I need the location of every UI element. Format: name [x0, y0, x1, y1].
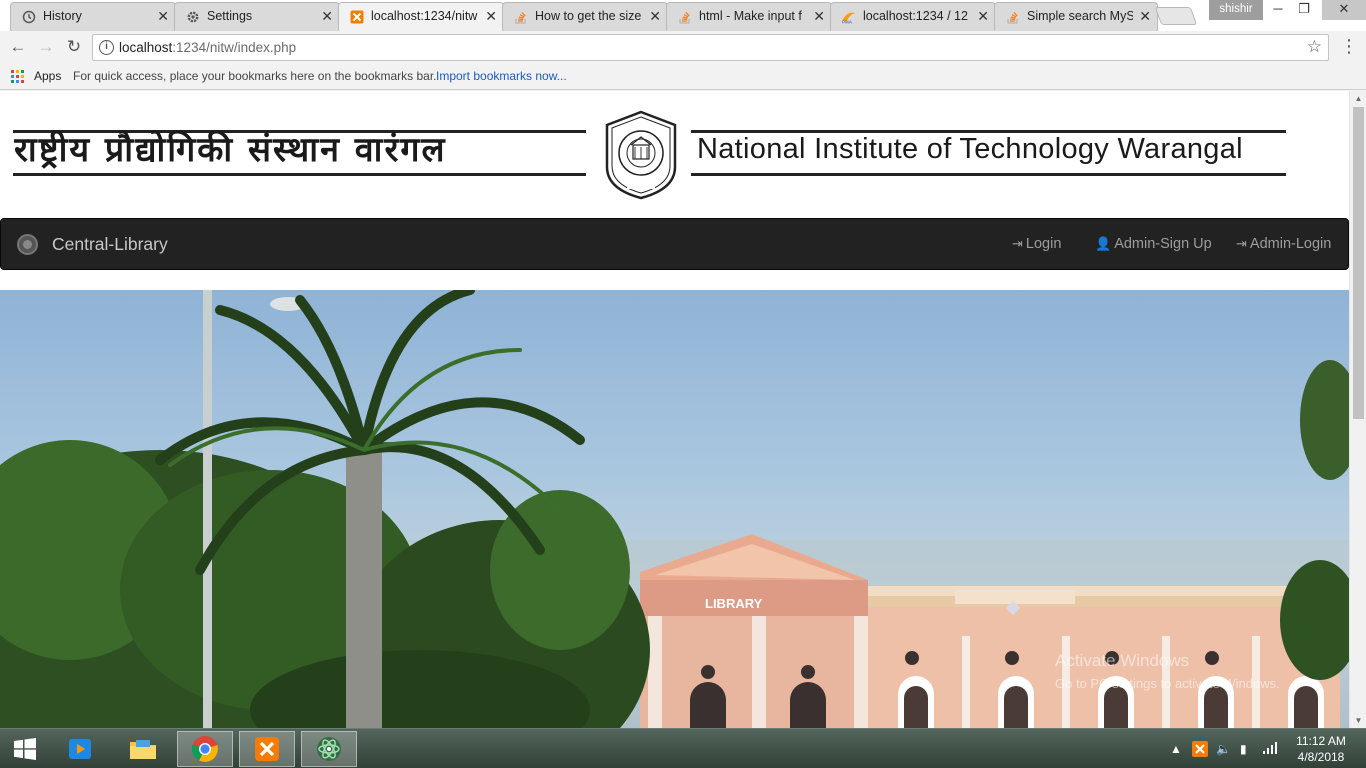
- close-window-icon[interactable]: ✕: [1322, 0, 1366, 20]
- menu-icon[interactable]: ⋮: [1340, 37, 1358, 57]
- close-icon[interactable]: ✕: [1139, 3, 1151, 30]
- activate-windows-subtitle: Go to PC settings to activate Windows.: [1055, 676, 1280, 691]
- scroll-down-icon[interactable]: ▼: [1354, 716, 1363, 725]
- nav-admin-login-link[interactable]: ⇥ Admin-Login: [1236, 236, 1331, 252]
- brand-logo-icon[interactable]: [17, 234, 38, 255]
- new-tab-button[interactable]: [1154, 7, 1198, 25]
- windows-start-icon[interactable]: [0, 731, 50, 767]
- tab-stackoverflow-size[interactable]: How to get the size ✕: [502, 2, 668, 31]
- xampp-tray-icon[interactable]: [1192, 741, 1208, 757]
- tab-localhost-active[interactable]: localhost:1234/nitw ✕: [338, 2, 504, 31]
- clock-time: 11:12 AM: [1296, 734, 1346, 748]
- english-title: National Institute of Technology Waranga…: [697, 133, 1243, 165]
- close-icon[interactable]: ✕: [321, 3, 333, 30]
- profile-button[interactable]: shishir: [1209, 0, 1263, 20]
- xampp-taskbar-icon[interactable]: [239, 731, 295, 767]
- activate-windows-title: Activate Windows: [1055, 651, 1190, 670]
- nav-login-link[interactable]: ⇥ Login: [1012, 236, 1061, 252]
- brand-link[interactable]: Central-Library: [52, 234, 168, 255]
- close-icon[interactable]: ✕: [813, 3, 825, 30]
- clock-date: 4/8/2018: [1297, 750, 1345, 764]
- building-sign: LIBRARY: [705, 596, 763, 611]
- apps-label[interactable]: Apps: [34, 63, 61, 89]
- page-scrollbar[interactable]: ▲ ▼: [1349, 91, 1366, 728]
- xampp-icon: [349, 9, 365, 25]
- tab-label: localhost:1234 / 12: [863, 9, 968, 23]
- header-rule: [13, 173, 586, 176]
- show-hidden-icons[interactable]: ▲: [1170, 729, 1182, 768]
- browser-toolbar: ← → ↻ i localhost:1234/nitw/index.php ☆ …: [0, 31, 1366, 63]
- chrome-taskbar-icon[interactable]: [177, 731, 233, 767]
- back-icon[interactable]: ←: [6, 35, 30, 59]
- tab-stackoverflow-input[interactable]: html - Make input f ✕: [666, 2, 832, 31]
- site-header: राष्ट्रीय प्रौद्योगिकी संस्थान वारंगल Na…: [0, 91, 1349, 218]
- restore-icon[interactable]: ❐: [1289, 0, 1319, 20]
- header-rule: [691, 173, 1286, 176]
- stackoverflow-icon: [1005, 9, 1021, 25]
- tab-label: localhost:1234/nitw: [371, 9, 478, 23]
- bookmarks-hint: For quick access, place your bookmarks h…: [73, 69, 437, 83]
- tab-stackoverflow-search[interactable]: Simple search MyS ✕: [994, 2, 1158, 31]
- tab-label: Settings: [207, 9, 253, 23]
- close-icon[interactable]: ✕: [977, 3, 989, 30]
- tab-label: History: [43, 9, 82, 23]
- nav-admin-signup-link[interactable]: 👤 Admin-Sign Up: [1095, 236, 1212, 252]
- history-icon: [21, 9, 37, 25]
- screen: History ✕ Settings ✕ localhost:1234/nitw…: [0, 0, 1366, 768]
- close-icon[interactable]: ✕: [649, 3, 661, 30]
- file-explorer-icon[interactable]: [115, 731, 171, 767]
- hindi-title: राष्ट्रीय प्रौद्योगिकी संस्थान वारंगल: [14, 130, 447, 170]
- tab-phpmyadmin[interactable]: PMA localhost:1234 / 12 ✕: [830, 2, 996, 31]
- atom-editor-icon[interactable]: [301, 731, 357, 767]
- close-icon[interactable]: ✕: [485, 3, 497, 30]
- login-icon: ⇥: [1236, 236, 1247, 251]
- hero-image: LIBRARY Activate Windows Go to PC settin…: [0, 290, 1349, 728]
- reload-icon[interactable]: ↻: [62, 35, 86, 59]
- phpmyadmin-icon: PMA: [841, 9, 857, 25]
- media-player-icon[interactable]: [52, 731, 108, 767]
- site-navbar: Central-Library ⇥ Login 👤 Admin-Sign Up ⇥ A…: [0, 218, 1349, 270]
- volume-icon[interactable]: 🔈: [1216, 729, 1231, 768]
- tab-label: Simple search MyS: [1027, 9, 1133, 23]
- bookmark-star-icon[interactable]: ☆: [1307, 37, 1322, 57]
- tab-label: html - Make input f: [699, 9, 802, 23]
- user-icon: 👤: [1095, 236, 1112, 251]
- info-icon[interactable]: i: [99, 40, 114, 55]
- svg-text:PMA: PMA: [842, 20, 853, 25]
- tab-strip: History ✕ Settings ✕ localhost:1234/nitw…: [0, 0, 1366, 31]
- tab-settings[interactable]: Settings ✕: [174, 2, 340, 31]
- scrollbar-thumb[interactable]: [1353, 107, 1364, 419]
- scroll-up-icon[interactable]: ▲: [1354, 94, 1363, 103]
- system-clock[interactable]: 11:12 AM 4/8/2018: [1284, 733, 1358, 765]
- import-bookmarks-link[interactable]: Import bookmarks now...: [436, 63, 567, 89]
- tab-label: How to get the size: [535, 9, 642, 23]
- address-url[interactable]: localhost:1234/nitw/index.php: [119, 40, 296, 55]
- nit-warangal-emblem: [605, 110, 677, 200]
- close-icon[interactable]: ✕: [157, 3, 169, 30]
- stackoverflow-icon: [677, 9, 693, 25]
- forward-icon[interactable]: →: [34, 35, 58, 59]
- bookmarks-bar: Apps For quick access, place your bookma…: [0, 63, 1366, 90]
- login-icon: ⇥: [1012, 236, 1023, 251]
- address-bar[interactable]: i localhost:1234/nitw/index.php ☆: [92, 34, 1329, 61]
- battery-icon[interactable]: ▮: [1240, 729, 1247, 768]
- windows-taskbar: ▲ 🔈 ▮ 11:12 AM 4/8/2018: [0, 728, 1366, 768]
- tab-history[interactable]: History ✕: [10, 2, 176, 31]
- apps-icon[interactable]: [11, 70, 24, 83]
- stackoverflow-icon: [513, 9, 529, 25]
- gear-icon: [185, 9, 201, 25]
- page-viewport: राष्ट्रीय प्रौद्योगिकी संस्थान वारंगल Na…: [0, 91, 1366, 728]
- network-icon[interactable]: [1262, 741, 1278, 757]
